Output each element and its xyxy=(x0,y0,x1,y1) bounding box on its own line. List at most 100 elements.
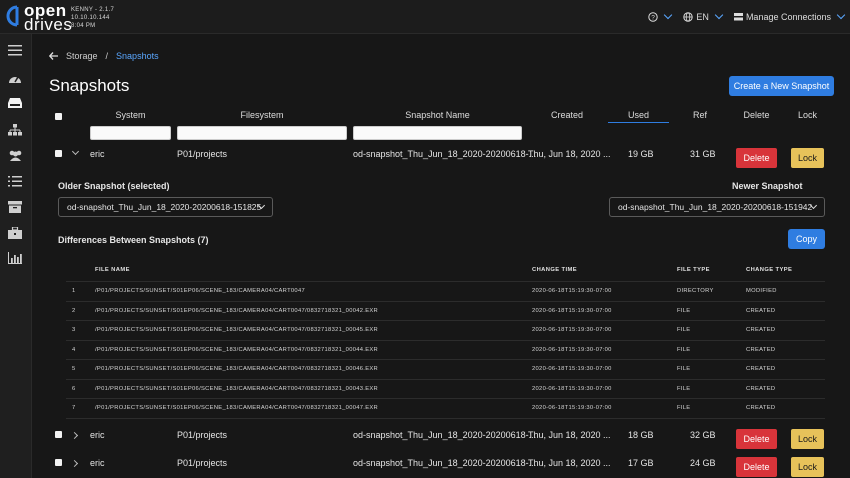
manage-connections-menu[interactable]: Manage Connections xyxy=(733,10,846,22)
language-menu[interactable]: EN xyxy=(683,10,724,22)
diff-row-change: CREATED xyxy=(746,405,776,411)
row-snapshot-name: od-snapshot_Thu_Jun_18_2020-20200618-... xyxy=(353,458,537,468)
row-filesystem: P01/projects xyxy=(177,458,228,468)
lock-button[interactable]: Lock xyxy=(791,457,824,477)
diff-row: 2 /P01/PROJECTS/SUNSET/S01EP06/SCENE_183… xyxy=(66,300,825,321)
diff-row-type: DIRECTORY xyxy=(677,288,714,294)
briefcase-icon[interactable] xyxy=(8,227,23,239)
diff-row-time: 2020-06-18T15:19:30-07:00 xyxy=(532,405,612,411)
col-filesystem[interactable]: Filesystem xyxy=(177,110,347,120)
older-snapshot-select[interactable]: od-snapshot_Thu_Jun_18_2020-20200618-151… xyxy=(58,197,273,217)
row-used: 18 GB xyxy=(628,430,654,440)
row-checkbox[interactable] xyxy=(55,431,62,438)
row-checkbox[interactable] xyxy=(55,459,62,466)
diff-row: 4 /P01/PROJECTS/SUNSET/S01EP06/SCENE_183… xyxy=(66,339,825,360)
row-system: eric xyxy=(90,458,105,468)
lock-button[interactable]: Lock xyxy=(791,429,824,449)
lock-button[interactable]: Lock xyxy=(791,148,824,168)
newer-snapshot-label: Newer Snapshot xyxy=(732,181,803,191)
diff-row-change: CREATED xyxy=(746,346,776,353)
col-lock: Lock xyxy=(797,110,817,120)
diff-row-file: /P01/PROJECTS/SUNSET/S01EP06/SCENE_183/C… xyxy=(95,288,306,294)
select-all-checkbox[interactable] xyxy=(55,113,62,120)
dashboard-icon[interactable] xyxy=(8,72,23,84)
list-icon[interactable] xyxy=(8,176,23,188)
diff-row-time: 2020-06-18T15:19:30-07:00 xyxy=(532,307,612,314)
diff-row-time: 2020-06-18T15:19:30-07:00 xyxy=(532,366,612,372)
differences-title: Differences Between Snapshots (7) xyxy=(58,235,209,245)
diff-row: 6 /P01/PROJECTS/SUNSET/S01EP06/SCENE_183… xyxy=(66,378,825,399)
top-bar: open drives KENNY - 2.1.7 10.10.10.144 8… xyxy=(0,0,850,34)
diff-col-change-time: CHANGE TIME xyxy=(532,267,577,273)
col-used[interactable]: Used xyxy=(608,110,669,123)
snapshot-name-filter-input[interactable] xyxy=(353,126,522,140)
diff-row-index: 1 xyxy=(72,288,76,294)
breadcrumb-current: Snapshots xyxy=(116,51,159,61)
manage-connections-label: Manage Connections xyxy=(745,11,831,22)
row-ref: 31 GB xyxy=(690,149,716,159)
logo-icon xyxy=(6,5,19,27)
help-menu[interactable]: ? xyxy=(648,10,673,22)
diff-row-type: FILE xyxy=(677,405,691,411)
svg-text:?: ? xyxy=(652,14,656,21)
copy-button[interactable]: Copy xyxy=(788,229,825,249)
filesystem-filter-input[interactable] xyxy=(177,126,347,140)
diff-col-file-type: FILE TYPE xyxy=(677,267,710,273)
breadcrumb-storage[interactable]: Storage xyxy=(66,51,98,61)
create-snapshot-button[interactable]: Create a New Snapshot xyxy=(729,76,834,96)
older-snapshot-value: od-snapshot_Thu_Jun_18_2020-20200618-151… xyxy=(67,202,262,212)
diff-row-file: /P01/PROJECTS/SUNSET/S01EP06/SCENE_183/C… xyxy=(95,346,379,353)
newer-snapshot-value: od-snapshot_Thu_Jun_18_2020-20200618-151… xyxy=(618,202,813,212)
delete-button[interactable]: Delete xyxy=(736,429,777,449)
chevron-down-icon xyxy=(836,10,846,20)
logo[interactable]: open drives xyxy=(4,1,72,34)
diff-col-change-type: CHANGE TYPE xyxy=(746,267,793,273)
diff-row-change: CREATED xyxy=(746,366,776,372)
build-time: 8:04 PM xyxy=(71,23,96,29)
diff-row-change: CREATED xyxy=(746,307,776,314)
chevron-right-icon[interactable] xyxy=(70,431,79,440)
chevron-right-icon[interactable] xyxy=(70,459,79,468)
delete-button[interactable]: Delete xyxy=(736,457,777,477)
build-info: KENNY - 2.1.7 10.10.10.144 8:04 PM xyxy=(71,6,114,30)
box-icon[interactable] xyxy=(8,201,23,213)
col-created[interactable]: Created xyxy=(536,110,598,120)
row-filesystem: P01/projects xyxy=(177,149,228,159)
diff-row-file: /P01/PROJECTS/SUNSET/S01EP06/SCENE_183/C… xyxy=(95,366,379,372)
breadcrumb-separator: / xyxy=(105,51,109,61)
delete-button[interactable]: Delete xyxy=(736,148,777,168)
newer-snapshot-select[interactable]: od-snapshot_Thu_Jun_18_2020-20200618-151… xyxy=(609,197,825,217)
diff-row-change: CREATED xyxy=(746,327,776,333)
row-created: Thu, Jun 18, 2020 ... xyxy=(528,458,611,468)
storage-icon[interactable] xyxy=(8,98,23,110)
row-created: Thu, Jun 18, 2020 ... xyxy=(528,149,611,159)
row-created: Thu, Jun 18, 2020 ... xyxy=(528,430,611,440)
breadcrumb: Storage / Snapshots xyxy=(49,51,159,61)
help-icon: ? xyxy=(648,11,659,22)
diff-row: 1 /P01/PROJECTS/SUNSET/S01EP06/SCENE_183… xyxy=(66,281,825,301)
diff-row-change: MODIFIED xyxy=(746,288,777,294)
row-system: eric xyxy=(90,430,105,440)
diff-row-file: /P01/PROJECTS/SUNSET/S01EP06/SCENE_183/C… xyxy=(95,405,379,411)
chart-icon[interactable] xyxy=(8,252,23,264)
back-arrow-icon[interactable] xyxy=(49,52,58,60)
row-snapshot-name: od-snapshot_Thu_Jun_18_2020-20200618-... xyxy=(353,149,537,159)
system-filter-input[interactable] xyxy=(90,126,171,140)
row-ref: 32 GB xyxy=(690,430,716,440)
network-icon[interactable] xyxy=(8,124,23,136)
col-delete: Delete xyxy=(743,110,770,120)
chevron-down-icon[interactable] xyxy=(71,147,80,156)
diff-row-time: 2020-06-18T15:19:30-07:00 xyxy=(532,327,612,333)
col-system[interactable]: System xyxy=(90,110,171,120)
col-snapshot-name[interactable]: Snapshot Name xyxy=(353,110,522,120)
build-ip: 10.10.10.144 xyxy=(71,15,110,21)
users-icon[interactable] xyxy=(8,150,23,162)
menu-icon[interactable] xyxy=(8,45,23,57)
row-checkbox[interactable] xyxy=(55,150,62,157)
diff-row-type: FILE xyxy=(677,307,691,314)
chevron-down-icon xyxy=(664,10,673,20)
diff-row-type: FILE xyxy=(677,385,691,392)
col-ref[interactable]: Ref xyxy=(685,110,715,120)
build-version: KENNY - 2.1.7 xyxy=(71,7,115,13)
row-ref: 24 GB xyxy=(690,458,716,468)
